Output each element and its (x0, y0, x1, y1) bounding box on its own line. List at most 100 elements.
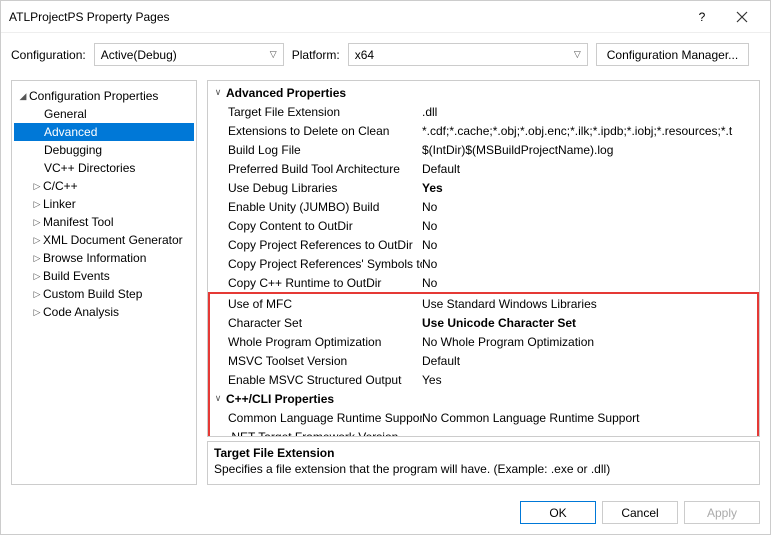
property-row[interactable]: Preferred Build Tool ArchitectureDefault (210, 159, 757, 178)
chevron-down-icon: ▽ (270, 49, 277, 60)
close-icon (736, 11, 748, 23)
property-row[interactable]: Copy Project References' Symbols to OutD… (210, 254, 757, 273)
chevron-right-icon: ▷ (32, 271, 42, 282)
category-title: C++/CLI Properties (226, 392, 438, 406)
cancel-button[interactable]: Cancel (602, 501, 678, 524)
property-row[interactable]: Build Log File$(IntDir)$(MSBuildProjectN… (210, 140, 757, 159)
tree-item-label: Manifest Tool (43, 215, 113, 229)
property-grid[interactable]: ∨Advanced PropertiesTarget File Extensio… (207, 80, 760, 437)
dialog-footer: OK Cancel Apply (1, 491, 770, 534)
property-row[interactable]: Copy C++ Runtime to OutDirNo (210, 273, 757, 292)
tree-item-label: Custom Build Step (43, 287, 142, 301)
property-key: Copy Content to OutDir (210, 219, 422, 233)
property-value: Default (422, 162, 757, 176)
tree-item[interactable]: ▷Manifest Tool (14, 213, 194, 231)
configuration-manager-button[interactable]: Configuration Manager... (596, 43, 749, 66)
tree-item-label: Code Analysis (43, 305, 119, 319)
tree-item[interactable]: ▷Build Events (14, 267, 194, 285)
chevron-right-icon: ▷ (32, 217, 42, 228)
property-row[interactable]: Use of MFCUse Standard Windows Libraries (210, 294, 757, 313)
description-panel: Target File Extension Specifies a file e… (207, 441, 760, 485)
property-key: Enable Unity (JUMBO) Build (210, 200, 422, 214)
property-row[interactable]: Enable Unity (JUMBO) BuildNo (210, 197, 757, 216)
tree-item-label: C/C++ (43, 179, 78, 193)
tree-item[interactable]: ▷Linker (14, 195, 194, 213)
property-key: Extensions to Delete on Clean (210, 124, 422, 138)
tree-item[interactable]: ▷Code Analysis (14, 303, 194, 321)
property-value: $(IntDir)$(MSBuildProjectName).log (422, 143, 757, 157)
property-value: No (422, 257, 757, 271)
property-value: No (422, 200, 757, 214)
property-row[interactable]: MSVC Toolset VersionDefault (210, 351, 757, 370)
apply-button[interactable]: Apply (684, 501, 760, 524)
tree-item-label: Linker (43, 197, 76, 211)
configuration-value: Active(Debug) (101, 48, 177, 62)
property-row[interactable]: .NET Target Framework Version (210, 427, 757, 437)
property-value: Use Unicode Character Set (422, 316, 757, 330)
property-row[interactable]: Whole Program OptimizationNo Whole Progr… (210, 332, 757, 351)
config-toolbar: Configuration: Active(Debug) ▽ Platform:… (1, 33, 770, 80)
platform-value: x64 (355, 48, 374, 62)
tree-item[interactable]: ▷Browse Information (14, 249, 194, 267)
chevron-down-icon: ◢ (18, 91, 28, 102)
property-row[interactable]: Extensions to Delete on Clean*.cdf;*.cac… (210, 121, 757, 140)
tree-item-label: Advanced (44, 125, 97, 139)
platform-label: Platform: (292, 48, 340, 62)
category-row[interactable]: ∨Advanced Properties (210, 83, 757, 102)
property-row[interactable]: Target File Extension.dll (210, 102, 757, 121)
nav-tree[interactable]: ◢Configuration Properties General Advanced… (11, 80, 197, 485)
property-row[interactable]: Copy Project References to OutDirNo (210, 235, 757, 254)
property-key: Use of MFC (210, 297, 422, 311)
property-key: Whole Program Optimization (210, 335, 422, 349)
tree-item-label: Browse Information (43, 251, 146, 265)
tree-item[interactable]: Advanced (14, 123, 194, 141)
category-row[interactable]: ∨C++/CLI Properties (210, 389, 757, 408)
tree-item[interactable]: VC++ Directories (14, 159, 194, 177)
tree-item[interactable]: General (14, 105, 194, 123)
tree-item[interactable]: ▷Custom Build Step (14, 285, 194, 303)
tree-item-label: General (44, 107, 87, 121)
property-row[interactable]: Enable MSVC Structured OutputYes (210, 370, 757, 389)
description-title: Target File Extension (214, 446, 753, 460)
tree-item-label: Configuration Properties (29, 89, 158, 103)
ok-button[interactable]: OK (520, 501, 596, 524)
property-key: .NET Target Framework Version (210, 430, 422, 438)
tree-item[interactable]: ▷XML Document Generator (14, 231, 194, 249)
tree-item[interactable]: ▷C/C++ (14, 177, 194, 195)
property-value: Yes (422, 181, 757, 195)
property-key: MSVC Toolset Version (210, 354, 422, 368)
chevron-right-icon: ▷ (32, 199, 42, 210)
chevron-right-icon: ▷ (32, 235, 42, 246)
tree-item-label: VC++ Directories (44, 161, 135, 175)
configuration-combo[interactable]: Active(Debug) ▽ (94, 43, 284, 66)
tree-item[interactable]: Debugging (14, 141, 194, 159)
property-value: No Common Language Runtime Support (422, 411, 757, 425)
property-key: Copy Project References' Symbols to OutD… (210, 257, 422, 271)
platform-combo[interactable]: x64 ▽ (348, 43, 588, 66)
property-row[interactable]: Character SetUse Unicode Character Set (210, 313, 757, 332)
property-key: Copy C++ Runtime to OutDir (210, 276, 422, 290)
chevron-down-icon: ▽ (574, 49, 581, 60)
chevron-right-icon: ▷ (32, 307, 42, 318)
property-key: Use Debug Libraries (210, 181, 422, 195)
property-value: Default (422, 354, 757, 368)
property-row[interactable]: Use Debug LibrariesYes (210, 178, 757, 197)
property-value: No (422, 238, 757, 252)
tree-item-label: Build Events (43, 269, 110, 283)
property-key: Preferred Build Tool Architecture (210, 162, 422, 176)
property-key: Enable MSVC Structured Output (210, 373, 422, 387)
property-row[interactable]: Common Language Runtime SupportNo Common… (210, 408, 757, 427)
title-bar: ATLProjectPS Property Pages ? (1, 1, 770, 33)
property-key: Build Log File (210, 143, 422, 157)
help-button[interactable]: ? (682, 1, 722, 33)
chevron-right-icon: ▷ (32, 253, 42, 264)
chevron-down-icon: ∨ (212, 87, 224, 98)
chevron-right-icon: ▷ (32, 181, 42, 192)
property-value: Yes (422, 373, 757, 387)
close-button[interactable] (722, 1, 762, 33)
property-key: Target File Extension (210, 105, 422, 119)
tree-item-label: XML Document Generator (43, 233, 183, 247)
property-row[interactable]: Copy Content to OutDirNo (210, 216, 757, 235)
tree-item[interactable]: ◢Configuration Properties (14, 87, 194, 105)
description-text: Specifies a file extension that the prog… (214, 462, 753, 476)
